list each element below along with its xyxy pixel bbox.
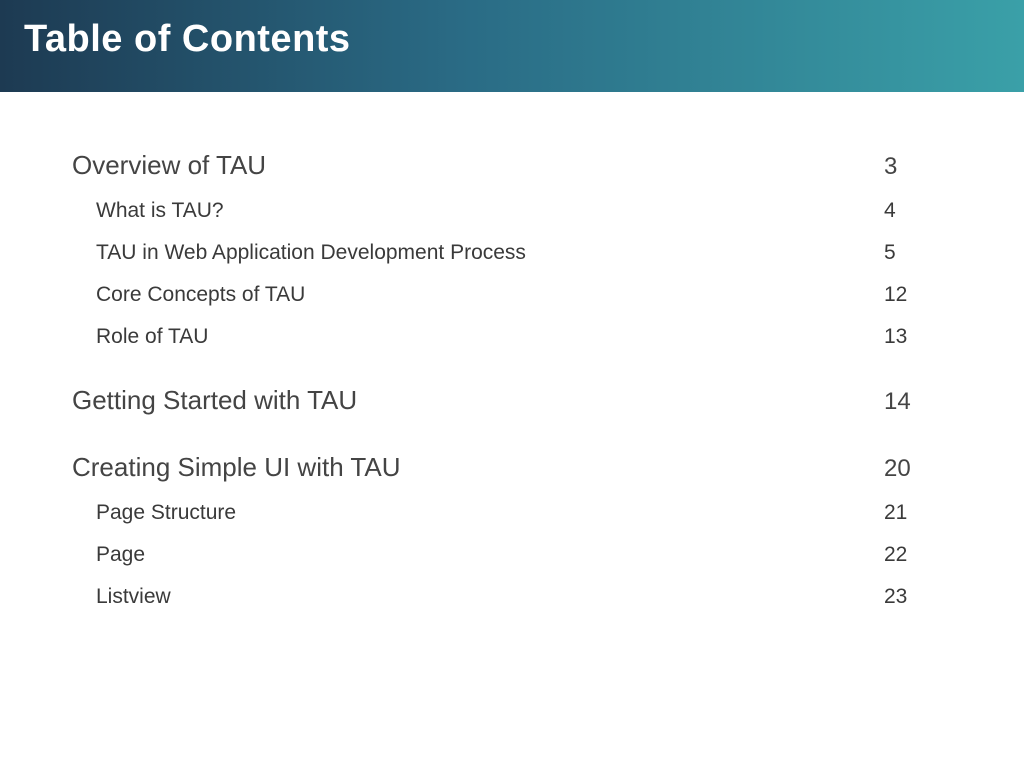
toc-item-row: Listview 23 [72, 585, 964, 609]
toc-section-label: Getting Started with TAU [72, 385, 884, 416]
toc-section-page: 3 [884, 153, 964, 181]
toc-item-label: Core Concepts of TAU [96, 283, 884, 307]
toc-item-label: TAU in Web Application Development Proce… [96, 241, 884, 265]
toc-item-label: Role of TAU [96, 325, 884, 349]
toc-item-row: Page 22 [72, 543, 964, 567]
toc-section-page: 20 [884, 455, 964, 483]
toc-item-row: TAU in Web Application Development Proce… [72, 241, 964, 265]
toc-section-row: Overview of TAU 3 [72, 150, 964, 181]
toc-item-page: 4 [884, 199, 964, 223]
page-title: Table of Contents [24, 18, 1024, 61]
toc-section-row: Getting Started with TAU 14 [72, 385, 964, 416]
toc-item-page: 12 [884, 283, 964, 307]
toc-item-row: Role of TAU 13 [72, 325, 964, 349]
toc-item-label: Page [96, 543, 884, 567]
toc-item-row: Core Concepts of TAU 12 [72, 283, 964, 307]
toc-section: Getting Started with TAU 14 [72, 385, 964, 416]
toc-section: Creating Simple UI with TAU 20 Page Stru… [72, 452, 964, 609]
toc-item-page: 13 [884, 325, 964, 349]
toc-item-page: 22 [884, 543, 964, 567]
toc-content: Overview of TAU 3 What is TAU? 4 TAU in … [0, 92, 1024, 609]
toc-item-page: 23 [884, 585, 964, 609]
toc-item-row: Page Structure 21 [72, 501, 964, 525]
slide-header: Table of Contents [0, 0, 1024, 92]
toc-item-label: What is TAU? [96, 199, 884, 223]
toc-section: Overview of TAU 3 What is TAU? 4 TAU in … [72, 150, 964, 349]
toc-item-label: Listview [96, 585, 884, 609]
toc-section-page: 14 [884, 388, 964, 416]
toc-section-label: Creating Simple UI with TAU [72, 452, 884, 483]
toc-item-page: 21 [884, 501, 964, 525]
toc-section-label: Overview of TAU [72, 150, 884, 181]
toc-item-row: What is TAU? 4 [72, 199, 964, 223]
toc-item-page: 5 [884, 241, 964, 265]
toc-item-label: Page Structure [96, 501, 884, 525]
toc-section-row: Creating Simple UI with TAU 20 [72, 452, 964, 483]
